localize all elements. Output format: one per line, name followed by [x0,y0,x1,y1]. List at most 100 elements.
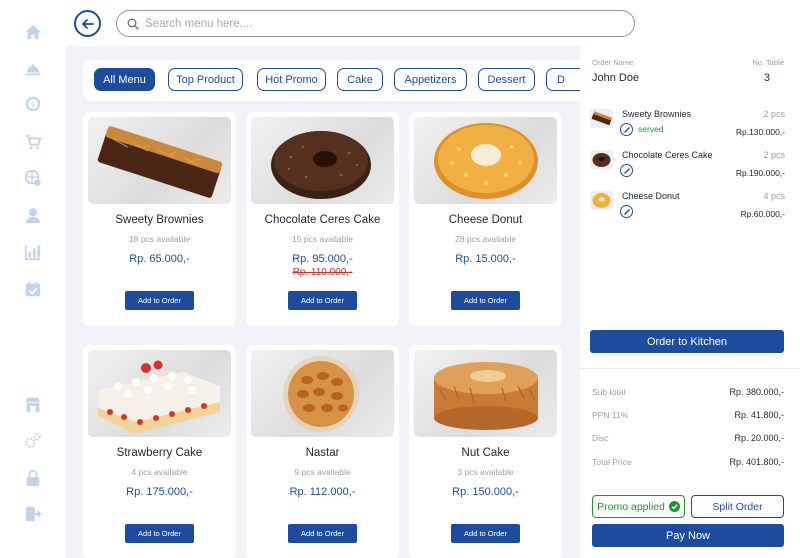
product-price: Rp. 150.000,- [452,486,519,498]
add-to-order-button[interactable]: Add to Order [288,291,357,310]
product-price: Rp. 95.000,- [292,253,353,265]
product-name: Chocolate Ceres Cake [264,214,381,226]
subtotal-value: Rp. 380.000,- [729,387,784,397]
total-label: Total Price [592,457,632,467]
ppn-row: PPN 11% Rp. 41.800,- [592,410,784,424]
item-thumbnail [590,109,613,128]
check-circle-icon [668,501,680,512]
menu-area: All Menu Top Product Hot Promo Cake Appe… [66,46,580,558]
logout-icon[interactable] [24,505,42,523]
product-availability: 3 pcs available [457,467,514,477]
category-bar: All Menu Top Product Hot Promo Cake Appe… [83,60,580,101]
lock-icon[interactable] [24,469,42,487]
arrow-left-icon [81,18,94,29]
item-name: Cheese Donut [622,191,680,201]
product-price: Rp. 65.000,- [129,253,190,265]
product-card-chocolate-ceres-cake: Chocolate Ceres Cake 15 pcs available Rp… [246,112,399,326]
order-name-value: John Doe [592,72,640,84]
user-icon[interactable] [24,206,42,224]
promo-label: Promo applied [597,500,665,513]
item-price: Rp.60.000,- [740,209,785,219]
item-name: Chocolate Ceres Cake [622,150,713,160]
product-availability: 18 pcs available [129,234,190,244]
product-image [88,117,231,204]
order-item: Sweety Brownies 2 pcs served Rp.130.000,… [590,109,795,149]
order-item: Cheese Donut 4 pcs Rp.60.000,- [590,191,795,231]
order-panel: Order Name No. Table John Doe 3 Sweety B… [580,46,800,558]
category-appetizers[interactable]: Appetizers [394,68,467,91]
add-to-order-button[interactable]: Add to Order [288,524,357,543]
sidebar: $ [0,0,66,558]
search-input[interactable] [145,17,605,30]
cart-icon[interactable] [24,133,42,151]
product-name: Sweety Brownies [115,214,204,226]
item-status: served [638,124,664,134]
product-name: Nastar [305,447,340,459]
category-cake[interactable]: Cake [337,68,383,91]
order-to-kitchen-button[interactable]: Order to Kitchen [590,330,784,353]
promo-applied-button[interactable]: Promo applied [592,495,685,518]
product-image [251,117,394,204]
coin-icon[interactable]: $ [24,95,42,113]
order-item: Chocolate Ceres Cake 2 pcs Rp.190.000,- [590,150,795,190]
product-card-sweety-brownies: Sweety Brownies 18 pcs available Rp. 65.… [83,112,236,326]
product-card-nut-cake: Nut Cake 3 pcs available Rp. 150.000,- A… [409,345,562,558]
discount-value: Rp. 20.000,- [734,433,784,443]
item-price: Rp.130.000,- [735,127,785,137]
discount-label: Disc [592,433,609,443]
product-image [414,350,557,437]
svg-text:$: $ [31,100,36,109]
category-all-menu[interactable]: All Menu [94,68,155,91]
item-quantity: 2 pcs [763,109,785,119]
category-hot-promo[interactable]: Hot Promo [257,68,326,91]
search-icon [127,18,139,30]
store-icon[interactable] [24,396,42,414]
table-number-value: 3 [763,72,770,84]
item-thumbnail [590,150,613,169]
split-order-button[interactable]: Split Order [691,495,784,518]
home-icon[interactable] [24,23,42,41]
discount-row: Disc Rp. 20.000,- [592,433,784,447]
product-old-price: Rp. 110.000,- [292,267,353,278]
table-number-label: No. Table [752,58,784,67]
add-to-order-button[interactable]: Add to Order [451,291,520,310]
product-image [88,350,231,437]
item-name: Sweety Brownies [622,109,692,119]
product-price: Rp. 112.000,- [289,486,356,498]
category-top-product[interactable]: Top Product [168,68,243,91]
product-name: Strawberry Cake [116,447,203,459]
item-price: Rp.190.000,- [735,168,785,178]
divider [580,368,800,369]
calendar-icon[interactable] [24,280,42,298]
product-availability: 9 pcs available [294,467,351,477]
product-image [251,350,394,437]
product-availability: 28 pcs available [455,234,516,244]
globe-settings-icon[interactable] [24,169,42,187]
product-name: Nut Cake [461,447,510,459]
edit-icon[interactable] [620,164,633,177]
search-bar[interactable] [116,10,635,37]
pay-now-button[interactable]: Pay Now [592,524,784,547]
edit-icon[interactable] [620,205,633,218]
product-availability: 15 pcs available [292,234,353,244]
category-more[interactable]: D [546,68,580,91]
product-name: Cheese Donut [448,214,523,226]
product-card-cheese-donut: Cheese Donut 28 pcs available Rp. 15.000… [409,112,562,326]
subtotal-label: Sub total [592,387,626,397]
chart-icon[interactable] [24,243,42,261]
add-to-order-button[interactable]: Add to Order [125,524,194,543]
product-price: Rp. 175.000,- [126,486,193,498]
order-name-label: Order Name [592,58,634,67]
add-to-order-button[interactable]: Add to Order [125,291,194,310]
item-quantity: 4 pcs [763,191,785,201]
category-dessert[interactable]: Dessert [478,68,535,91]
cloche-icon[interactable] [24,60,42,78]
ppn-label: PPN 11% [592,410,629,420]
product-card-nastar: Nastar 9 pcs available Rp. 112.000,- Add… [246,345,399,558]
add-to-order-button[interactable]: Add to Order [451,524,520,543]
gears-icon[interactable] [24,432,42,450]
item-quantity: 2 pcs [763,150,785,160]
product-image [414,117,557,204]
edit-icon[interactable] [620,123,633,136]
back-button[interactable] [74,10,101,37]
